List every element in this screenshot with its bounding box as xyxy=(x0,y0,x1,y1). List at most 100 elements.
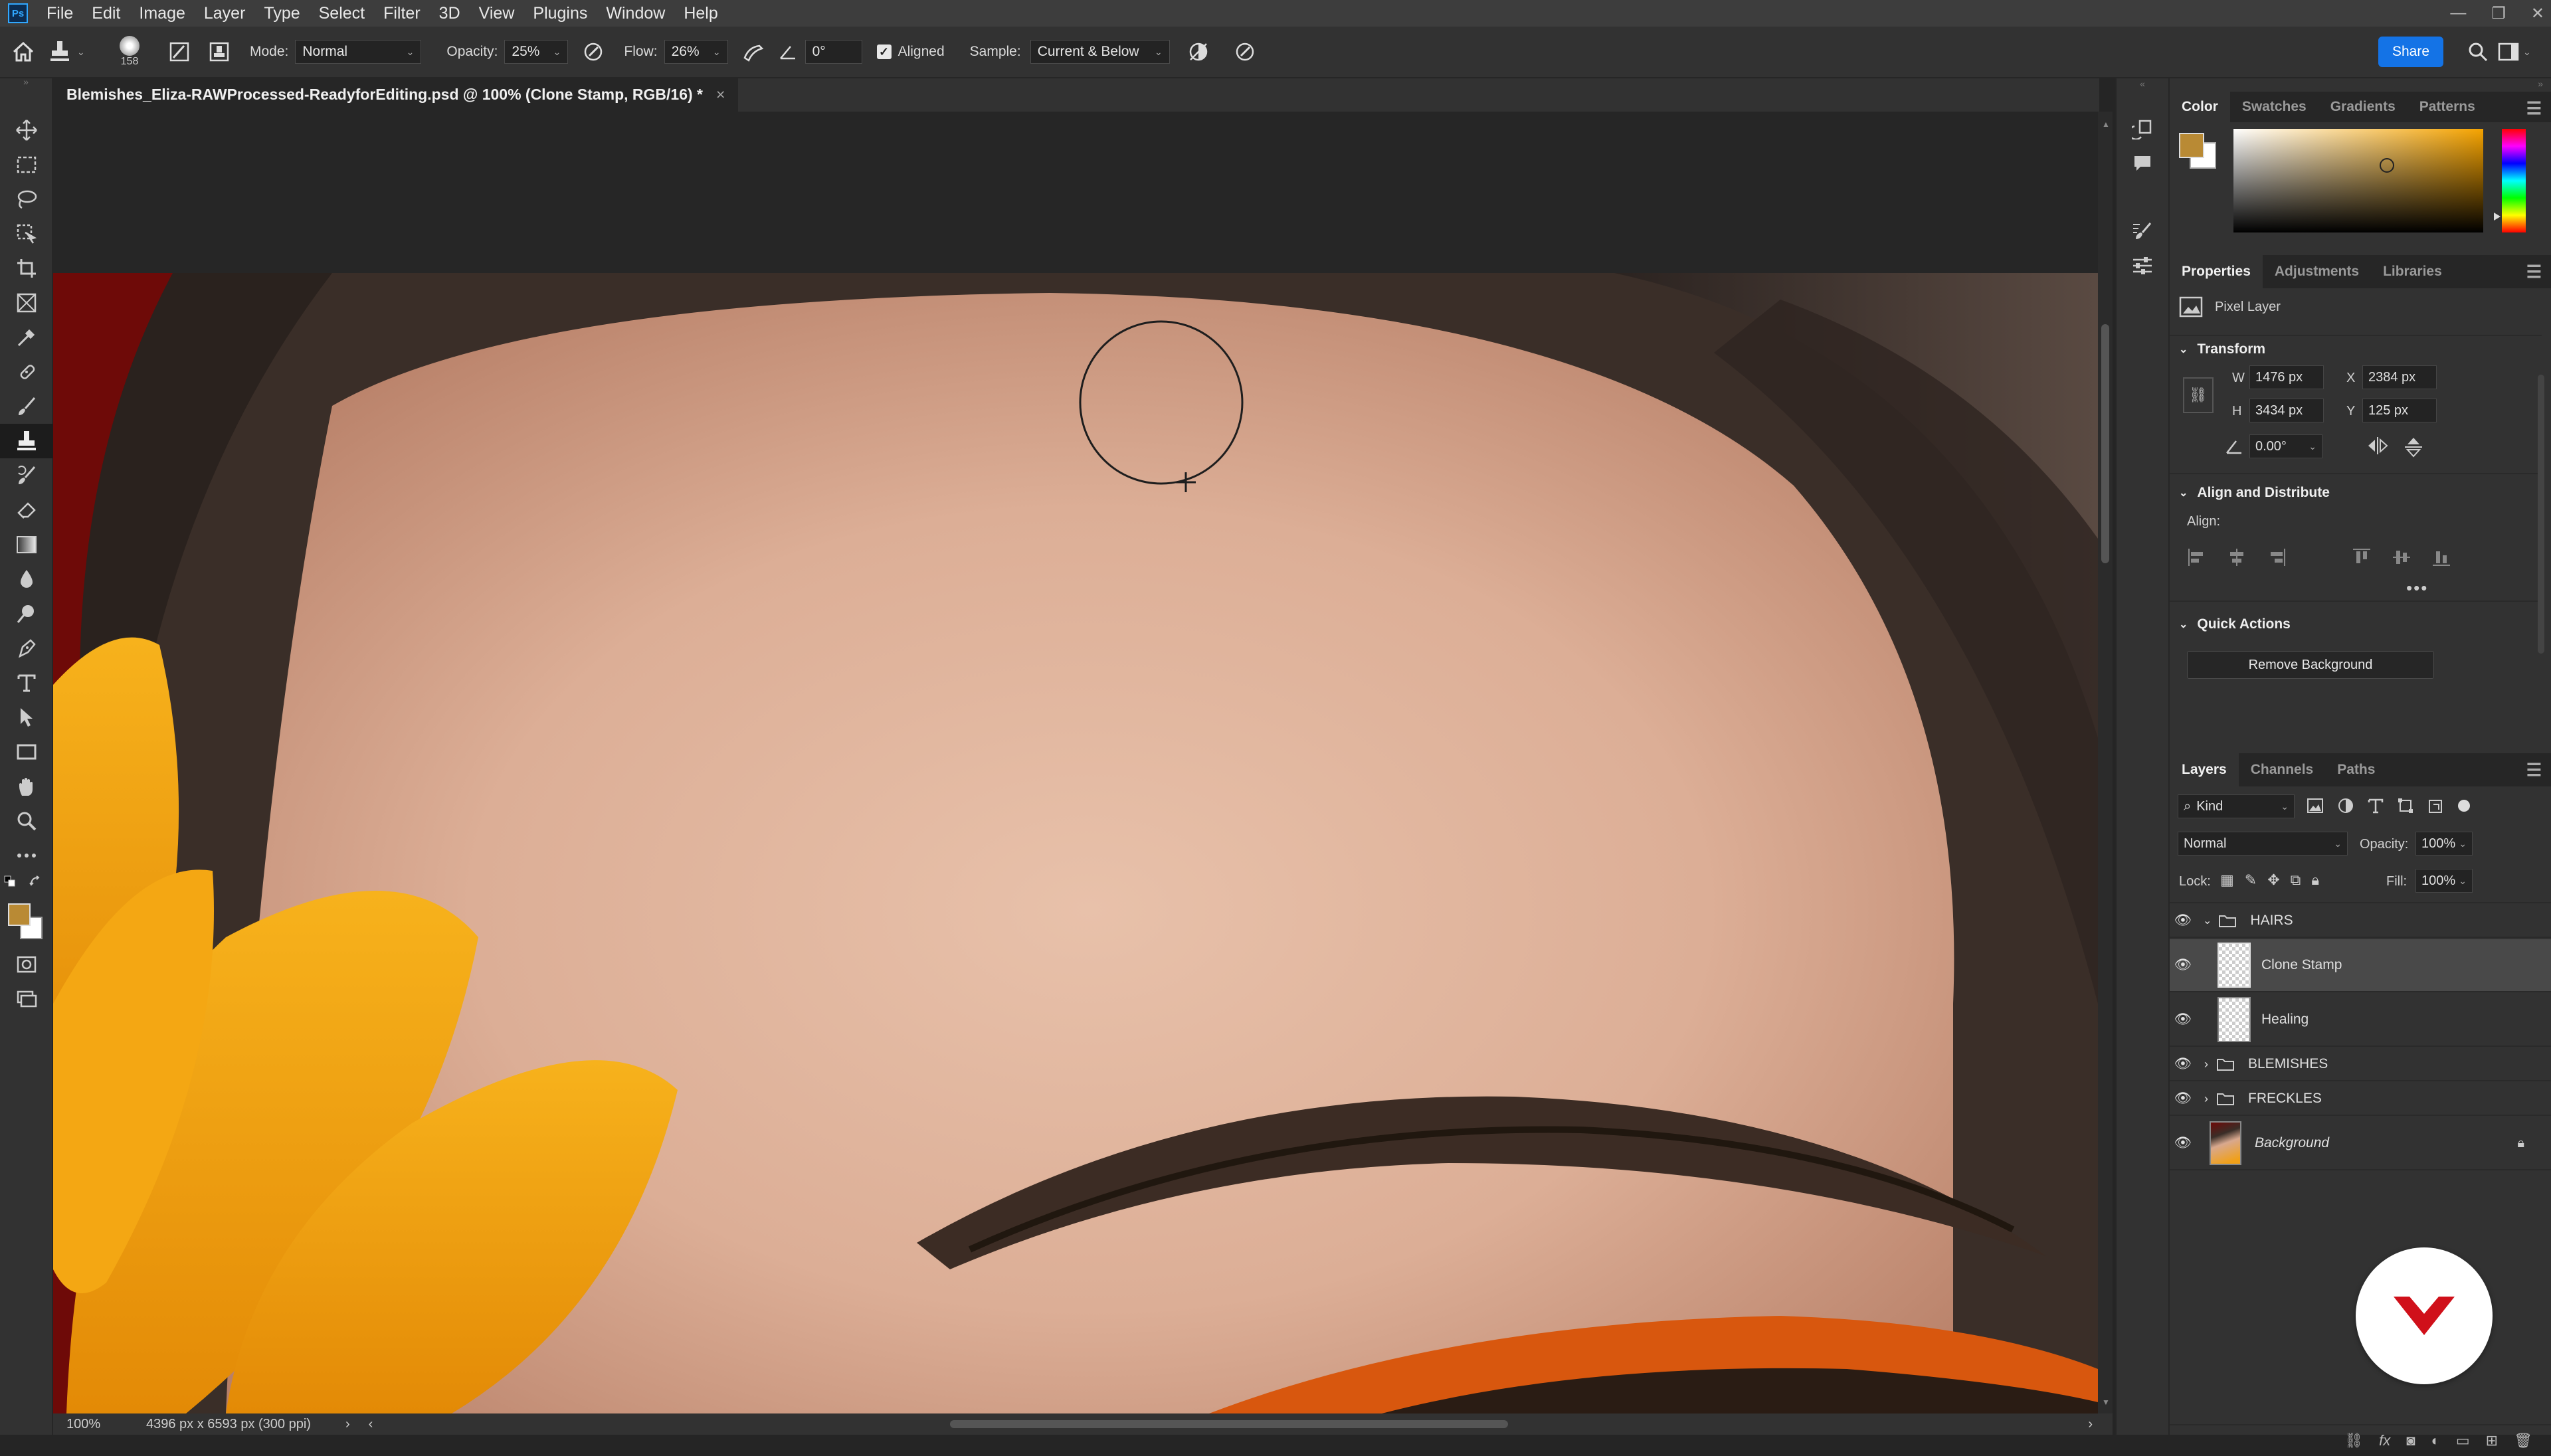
sample-dropdown[interactable]: Current & Below ⌄ xyxy=(1030,40,1170,64)
transform-section-header[interactable]: ⌄ Transform xyxy=(2179,341,2265,357)
panel-menu-icon[interactable]: ☰ xyxy=(2526,262,2542,282)
horizontal-scroll-thumb[interactable] xyxy=(950,1420,1508,1428)
lock-position-icon[interactable]: ✥ xyxy=(2267,871,2279,889)
menu-plugins[interactable]: Plugins xyxy=(523,4,597,23)
more-options-icon[interactable]: ••• xyxy=(2406,578,2428,598)
chevron-right-icon[interactable]: › xyxy=(2204,1092,2208,1106)
vertical-scroll-thumb[interactable] xyxy=(2101,324,2109,563)
properties-scrollbar[interactable] xyxy=(2538,375,2544,654)
height-field[interactable]: 3434 px xyxy=(2249,399,2324,422)
document-info[interactable]: 4396 px x 6593 px (300 ppi) xyxy=(146,1417,345,1432)
chevron-down-icon[interactable]: ⌄ xyxy=(2203,914,2212,927)
menu-window[interactable]: Window xyxy=(597,4,674,23)
tab-layers[interactable]: Layers xyxy=(2170,753,2239,786)
filter-adjustment-icon[interactable] xyxy=(2337,797,2354,814)
menu-file[interactable]: File xyxy=(37,4,82,23)
edit-toolbar-icon[interactable] xyxy=(0,838,53,873)
swap-colors-icon[interactable] xyxy=(29,875,41,887)
brush-angle-field[interactable]: 0° xyxy=(804,40,862,64)
hand-tool-icon[interactable] xyxy=(0,769,53,804)
fill-field[interactable]: 100% ⌄ xyxy=(2415,869,2473,893)
dodge-tool-icon[interactable] xyxy=(0,596,53,631)
minimize-icon[interactable]: — xyxy=(2450,4,2466,23)
visibility-eye-icon[interactable]: 👁︎ xyxy=(2170,1012,2196,1028)
layer-filter-dropdown[interactable]: ⌕ Kind ⌄ xyxy=(2178,794,2295,818)
tab-color[interactable]: Color xyxy=(2170,92,2230,122)
hue-slider-handle[interactable] xyxy=(2494,213,2501,221)
pen-tool-icon[interactable] xyxy=(0,631,53,666)
hue-slider[interactable] xyxy=(2502,129,2526,232)
marquee-tool-icon[interactable] xyxy=(0,147,53,182)
menu-type[interactable]: Type xyxy=(254,4,309,23)
adjustments-panel-icon[interactable] xyxy=(2117,248,2168,283)
opacity-dropdown[interactable]: 25% ⌄ xyxy=(504,40,569,64)
path-selection-tool-icon[interactable] xyxy=(0,700,53,735)
flow-dropdown[interactable]: 26% ⌄ xyxy=(664,40,728,64)
menu-layer[interactable]: Layer xyxy=(195,4,255,23)
quick-mask-icon[interactable] xyxy=(0,947,53,982)
brush-settings-panel-icon[interactable] xyxy=(2117,214,2168,248)
document-image[interactable] xyxy=(53,273,2098,1413)
clone-stamp-tool-icon[interactable] xyxy=(0,424,53,458)
blend-mode-dropdown[interactable]: Normal ⌄ xyxy=(2178,832,2348,856)
rotation-field[interactable]: 0.00° ⌄ xyxy=(2249,434,2322,458)
crop-tool-icon[interactable] xyxy=(0,251,53,286)
search-icon[interactable] xyxy=(2458,41,2498,62)
tab-adjustments[interactable]: Adjustments xyxy=(2263,255,2371,288)
comments-panel-icon[interactable] xyxy=(2117,146,2168,181)
history-panel-icon[interactable] xyxy=(2117,112,2168,146)
pressure-opacity-icon[interactable] xyxy=(573,42,613,62)
workspace-switcher[interactable]: ⌄ xyxy=(2498,43,2551,61)
panel-menu-icon[interactable]: ☰ xyxy=(2526,760,2542,780)
brush-preset-picker[interactable]: 158 xyxy=(100,26,159,78)
zoom-tool-icon[interactable] xyxy=(0,804,53,838)
tool-preset-picker[interactable]: ⌄ xyxy=(47,40,100,64)
default-colors-icon[interactable] xyxy=(4,875,17,887)
foreground-color-swatch[interactable] xyxy=(8,903,31,926)
blur-tool-icon[interactable] xyxy=(0,562,53,596)
panel-collapse-icon[interactable]: » xyxy=(2170,78,2551,92)
remove-background-button[interactable]: Remove Background xyxy=(2187,651,2434,679)
panel-fg-color-swatch[interactable] xyxy=(2179,133,2204,158)
gradient-tool-icon[interactable] xyxy=(0,527,53,562)
panel-menu-icon[interactable]: ☰ xyxy=(2526,98,2542,119)
align-right-icon[interactable] xyxy=(2267,547,2287,567)
lock-transparent-icon[interactable]: ▦ xyxy=(2220,871,2234,889)
spot-healing-brush-icon[interactable] xyxy=(0,355,53,389)
frame-tool-icon[interactable] xyxy=(0,286,53,320)
align-bottom-icon[interactable] xyxy=(2431,547,2451,567)
tab-swatches[interactable]: Swatches xyxy=(2230,92,2318,122)
move-tool-icon[interactable] xyxy=(0,113,53,147)
width-field[interactable]: 1476 px xyxy=(2249,365,2324,389)
brush-settings-icon[interactable] xyxy=(159,42,199,62)
screen-mode-icon[interactable] xyxy=(0,982,53,1016)
tab-patterns[interactable]: Patterns xyxy=(2408,92,2487,122)
eraser-tool-icon[interactable] xyxy=(0,493,53,527)
align-section-header[interactable]: ⌄ Align and Distribute xyxy=(2179,485,2330,501)
saturation-brightness-field[interactable] xyxy=(2233,129,2483,232)
aligned-checkbox[interactable]: ✓ Aligned xyxy=(876,44,945,60)
vertical-scrollbar[interactable]: ▲ ▼ xyxy=(2098,112,2113,1413)
align-top-icon[interactable] xyxy=(2352,547,2372,567)
tab-properties[interactable]: Properties xyxy=(2170,255,2263,288)
chevron-right-icon[interactable]: › xyxy=(2088,1417,2093,1432)
type-tool-icon[interactable] xyxy=(0,666,53,700)
filter-pixel-icon[interactable] xyxy=(2307,798,2324,814)
flip-vertical-icon[interactable] xyxy=(2404,436,2423,458)
menu-help[interactable]: Help xyxy=(674,4,727,23)
history-brush-icon[interactable] xyxy=(0,458,53,493)
menu-select[interactable]: Select xyxy=(310,4,374,23)
brush-tool-icon[interactable] xyxy=(0,389,53,424)
canvas-area[interactable] xyxy=(53,112,2098,1413)
flip-horizontal-icon[interactable] xyxy=(2366,436,2389,456)
close-tab-icon[interactable]: × xyxy=(716,86,725,104)
layer-group-hairs[interactable]: 👁︎ ⌄ HAIRS xyxy=(2170,905,2551,938)
mode-dropdown[interactable]: Normal ⌄ xyxy=(295,40,422,64)
lock-all-icon[interactable]: 🔒︎ xyxy=(2311,871,2319,889)
filter-type-icon[interactable] xyxy=(2368,798,2384,814)
visibility-eye-icon[interactable]: 👁︎ xyxy=(2170,1091,2196,1107)
layer-healing[interactable]: 👁︎ Healing xyxy=(2170,994,2551,1047)
pressure-size-icon[interactable] xyxy=(1222,41,1268,62)
panel-collapse-icon[interactable]: « xyxy=(2117,78,2168,92)
layer-group-freckles[interactable]: 👁︎ › FRECKLES xyxy=(2170,1083,2551,1116)
